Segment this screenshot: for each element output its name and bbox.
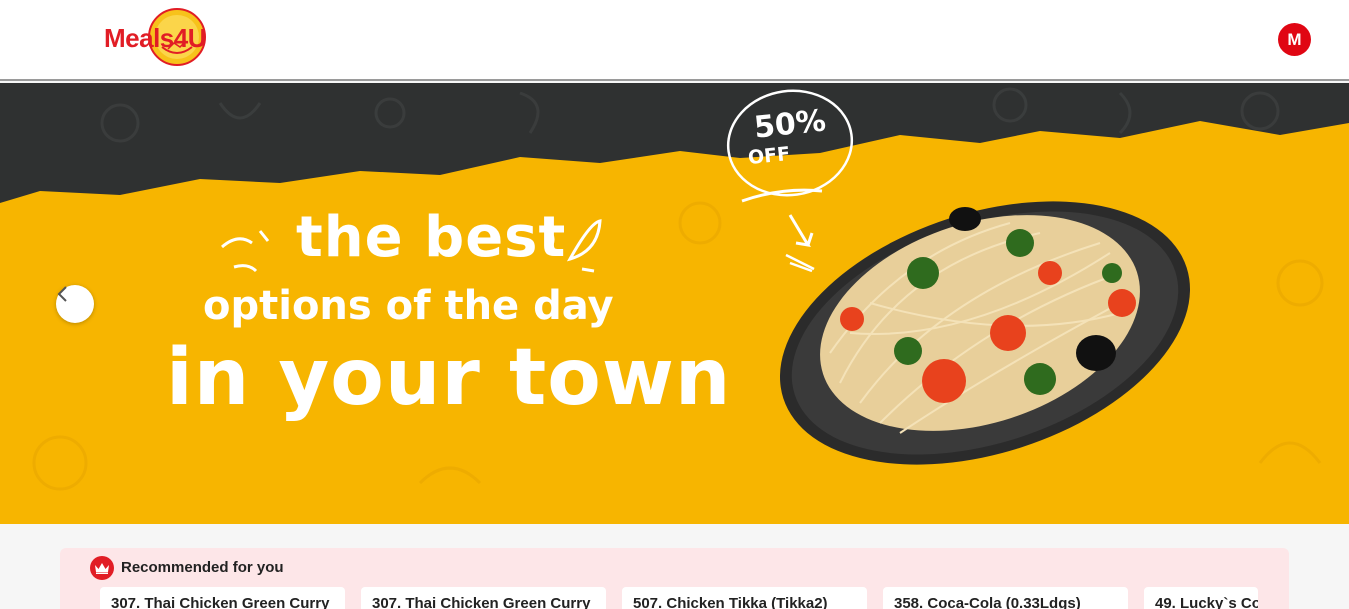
recommended-item-name: 358. Coca-Cola (0.33Ldgs) <box>894 595 1081 609</box>
offer-value: 50% <box>752 103 828 146</box>
recommended-item-name: 507. Chicken Tikka (Tikka2) <box>633 595 828 609</box>
recommended-item-name: 307. Thai Chicken Green Curry <box>372 595 591 609</box>
recommended-item[interactable]: 358. Coca-Cola (0.33Ldgs) <box>883 587 1128 609</box>
logo-text-meals: Meals <box>104 23 174 53</box>
hero-line-2: options of the day <box>203 283 614 329</box>
recommended-item-name: 307. Thai Chicken Green Curry <box>111 595 330 609</box>
user-avatar[interactable]: M <box>1278 23 1311 56</box>
recommended-title: Recommended for you <box>121 559 284 576</box>
hero-banner: the best options of the day in your town… <box>0 83 1349 524</box>
recommended-item[interactable]: 49. Lucky`s Combo <box>1144 587 1258 609</box>
chevron-left-icon <box>57 286 67 302</box>
hero-line-3: in your town <box>166 333 732 423</box>
recommended-item-name: 49. Lucky`s Combo <box>1155 595 1258 609</box>
recommended-item[interactable]: 307. Thai Chicken Green Curry <box>361 587 606 609</box>
recommended-item[interactable]: 307. Thai Chicken Green Curry <box>100 587 345 609</box>
recommended-item[interactable]: 507. Chicken Tikka (Tikka2) <box>622 587 867 609</box>
hero-line-1: the best <box>296 205 567 270</box>
offer-label: OFF <box>746 142 792 170</box>
top-header: Meals4U M <box>0 0 1349 81</box>
recommended-section: Recommended for you 307. Thai Chicken Gr… <box>60 548 1289 609</box>
logo-text-4u: 4U <box>173 23 207 53</box>
carousel-prev-button[interactable] <box>56 285 94 323</box>
meals4u-logo[interactable]: Meals4U <box>104 3 250 75</box>
crown-icon <box>90 556 114 580</box>
